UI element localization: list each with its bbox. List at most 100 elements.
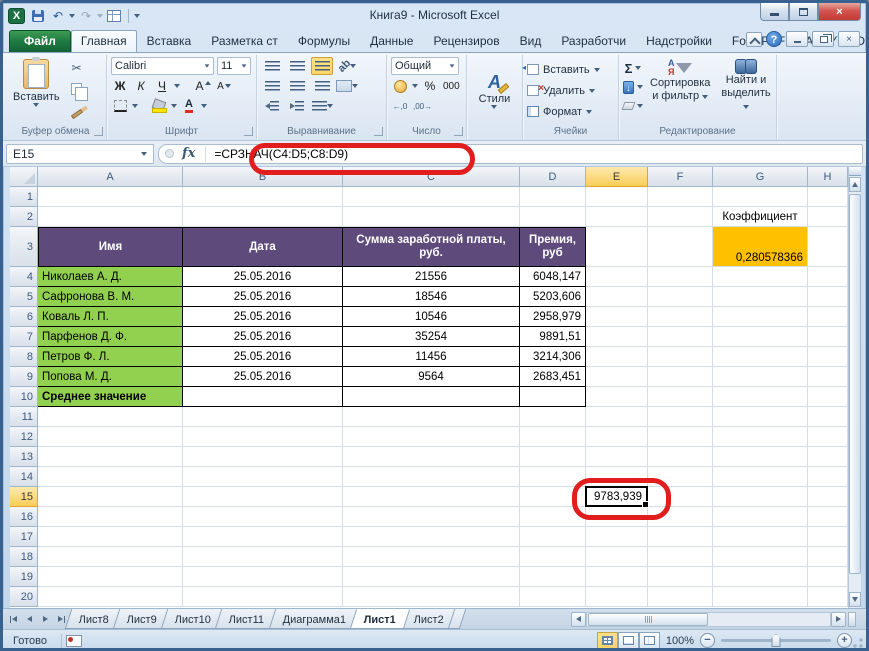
- cell-G4[interactable]: [713, 267, 808, 287]
- tab-Вид[interactable]: Вид: [510, 30, 552, 52]
- cell-C5[interactable]: 18546: [343, 287, 520, 307]
- tab-Разработчи[interactable]: Разработчи: [551, 30, 636, 52]
- cell-E17[interactable]: [586, 527, 648, 547]
- row-header-7[interactable]: 7: [10, 327, 38, 347]
- cell-H8[interactable]: [808, 347, 848, 367]
- align-right-button[interactable]: [311, 77, 333, 95]
- cell-G6[interactable]: [713, 307, 808, 327]
- page-layout-view-button[interactable]: [618, 632, 639, 649]
- cell-F10[interactable]: [648, 387, 713, 407]
- cell-A1[interactable]: [38, 187, 183, 207]
- cell-A12[interactable]: [38, 427, 183, 447]
- comma-style-button[interactable]: 000: [442, 77, 461, 95]
- paste-dropdown-icon[interactable]: [33, 103, 39, 107]
- cell-A8[interactable]: Петров Ф. Л.: [38, 347, 183, 367]
- cell-B18[interactable]: [183, 547, 343, 567]
- cell-B15[interactable]: [183, 487, 343, 507]
- zoom-out-button[interactable]: −: [700, 633, 715, 648]
- row-header-4[interactable]: 4: [10, 267, 38, 287]
- tab-Вставка[interactable]: Вставка: [137, 30, 202, 52]
- format-cells-button[interactable]: Формат: [527, 102, 600, 121]
- cell-E7[interactable]: [586, 327, 648, 347]
- macro-record-icon[interactable]: [66, 635, 82, 647]
- sheet-tab-Диаграмма1[interactable]: Диаграмма1: [268, 609, 360, 629]
- collapse-ribbon-icon[interactable]: [746, 32, 762, 47]
- cell-H1[interactable]: [808, 187, 848, 207]
- resize-grip[interactable]: [852, 637, 864, 649]
- cell-B11[interactable]: [183, 407, 343, 427]
- cell-H16[interactable]: [808, 507, 848, 527]
- cell-E2[interactable]: [586, 207, 648, 227]
- cell-D9[interactable]: 2683,451: [520, 367, 586, 387]
- tab-file[interactable]: Файл: [9, 30, 71, 52]
- vscroll-thumb[interactable]: [849, 194, 861, 574]
- cell-F17[interactable]: [648, 527, 713, 547]
- cell-F6[interactable]: [648, 307, 713, 327]
- cell-D16[interactable]: [520, 507, 586, 527]
- cell-B1[interactable]: [183, 187, 343, 207]
- cell-H11[interactable]: [808, 407, 848, 427]
- cell-G5[interactable]: [713, 287, 808, 307]
- cell-D3[interactable]: Премия, руб: [520, 227, 586, 267]
- cell-C8[interactable]: 11456: [343, 347, 520, 367]
- hscroll-split-handle[interactable]: [848, 612, 856, 627]
- cell-G16[interactable]: [713, 507, 808, 527]
- cell-D18[interactable]: [520, 547, 586, 567]
- cell-E18[interactable]: [586, 547, 648, 567]
- custom-qat-button[interactable]: [105, 8, 123, 25]
- cell-C15[interactable]: [343, 487, 520, 507]
- undo-button[interactable]: ↶: [49, 8, 67, 25]
- column-header-B[interactable]: B: [183, 167, 343, 187]
- hscroll-left-button[interactable]: [571, 612, 586, 627]
- cell-D20[interactable]: [520, 587, 586, 607]
- cell-G18[interactable]: [713, 547, 808, 567]
- cell-A9[interactable]: Попова М. Д.: [38, 367, 183, 387]
- sort-filter-button[interactable]: АЯ Сортировкаи фильтр: [646, 57, 714, 123]
- merge-center-button[interactable]: [336, 77, 358, 95]
- cell-C13[interactable]: [343, 447, 520, 467]
- fill-button[interactable]: ↓: [623, 79, 643, 95]
- cell-G14[interactable]: [713, 467, 808, 487]
- cell-D13[interactable]: [520, 447, 586, 467]
- zoom-slider-thumb[interactable]: [772, 634, 781, 647]
- cell-C20[interactable]: [343, 587, 520, 607]
- sheet-tab-Лист1[interactable]: Лист1: [350, 609, 411, 629]
- alignment-dialog-launcher[interactable]: [374, 127, 383, 136]
- hscroll-thumb[interactable]: [588, 613, 708, 626]
- cell-H18[interactable]: [808, 547, 848, 567]
- cell-C3[interactable]: Сумма заработной платы, руб.: [343, 227, 520, 267]
- cell-G17[interactable]: [713, 527, 808, 547]
- column-header-C[interactable]: C: [343, 167, 520, 187]
- cell-G1[interactable]: [713, 187, 808, 207]
- cell-A17[interactable]: [38, 527, 183, 547]
- cell-B12[interactable]: [183, 427, 343, 447]
- cell-C18[interactable]: [343, 547, 520, 567]
- cell-H12[interactable]: [808, 427, 848, 447]
- accounting-dropdown-icon[interactable]: [412, 84, 418, 88]
- row-header-15[interactable]: 15: [10, 487, 38, 507]
- cell-F4[interactable]: [648, 267, 713, 287]
- close-button[interactable]: ×: [818, 3, 861, 21]
- row-header-2[interactable]: 2: [10, 207, 38, 227]
- cell-D2[interactable]: [520, 207, 586, 227]
- cell-G19[interactable]: [713, 567, 808, 587]
- bold-button[interactable]: Ж: [111, 77, 129, 95]
- cell-B16[interactable]: [183, 507, 343, 527]
- cell-E3[interactable]: [586, 227, 648, 267]
- cell-G15[interactable]: [713, 487, 808, 507]
- cell-F5[interactable]: [648, 287, 713, 307]
- cell-D17[interactable]: [520, 527, 586, 547]
- increase-indent-button[interactable]: [286, 97, 308, 115]
- cell-G11[interactable]: [713, 407, 808, 427]
- cell-A16[interactable]: [38, 507, 183, 527]
- cell-A13[interactable]: [38, 447, 183, 467]
- cell-C1[interactable]: [343, 187, 520, 207]
- cell-F7[interactable]: [648, 327, 713, 347]
- column-header-F[interactable]: F: [648, 167, 713, 187]
- cell-C12[interactable]: [343, 427, 520, 447]
- vertical-scrollbar[interactable]: [848, 167, 861, 608]
- cell-E8[interactable]: [586, 347, 648, 367]
- number-dialog-launcher[interactable]: [454, 127, 463, 136]
- align-middle-button[interactable]: [286, 57, 308, 75]
- styles-dropdown-icon[interactable]: [491, 105, 497, 109]
